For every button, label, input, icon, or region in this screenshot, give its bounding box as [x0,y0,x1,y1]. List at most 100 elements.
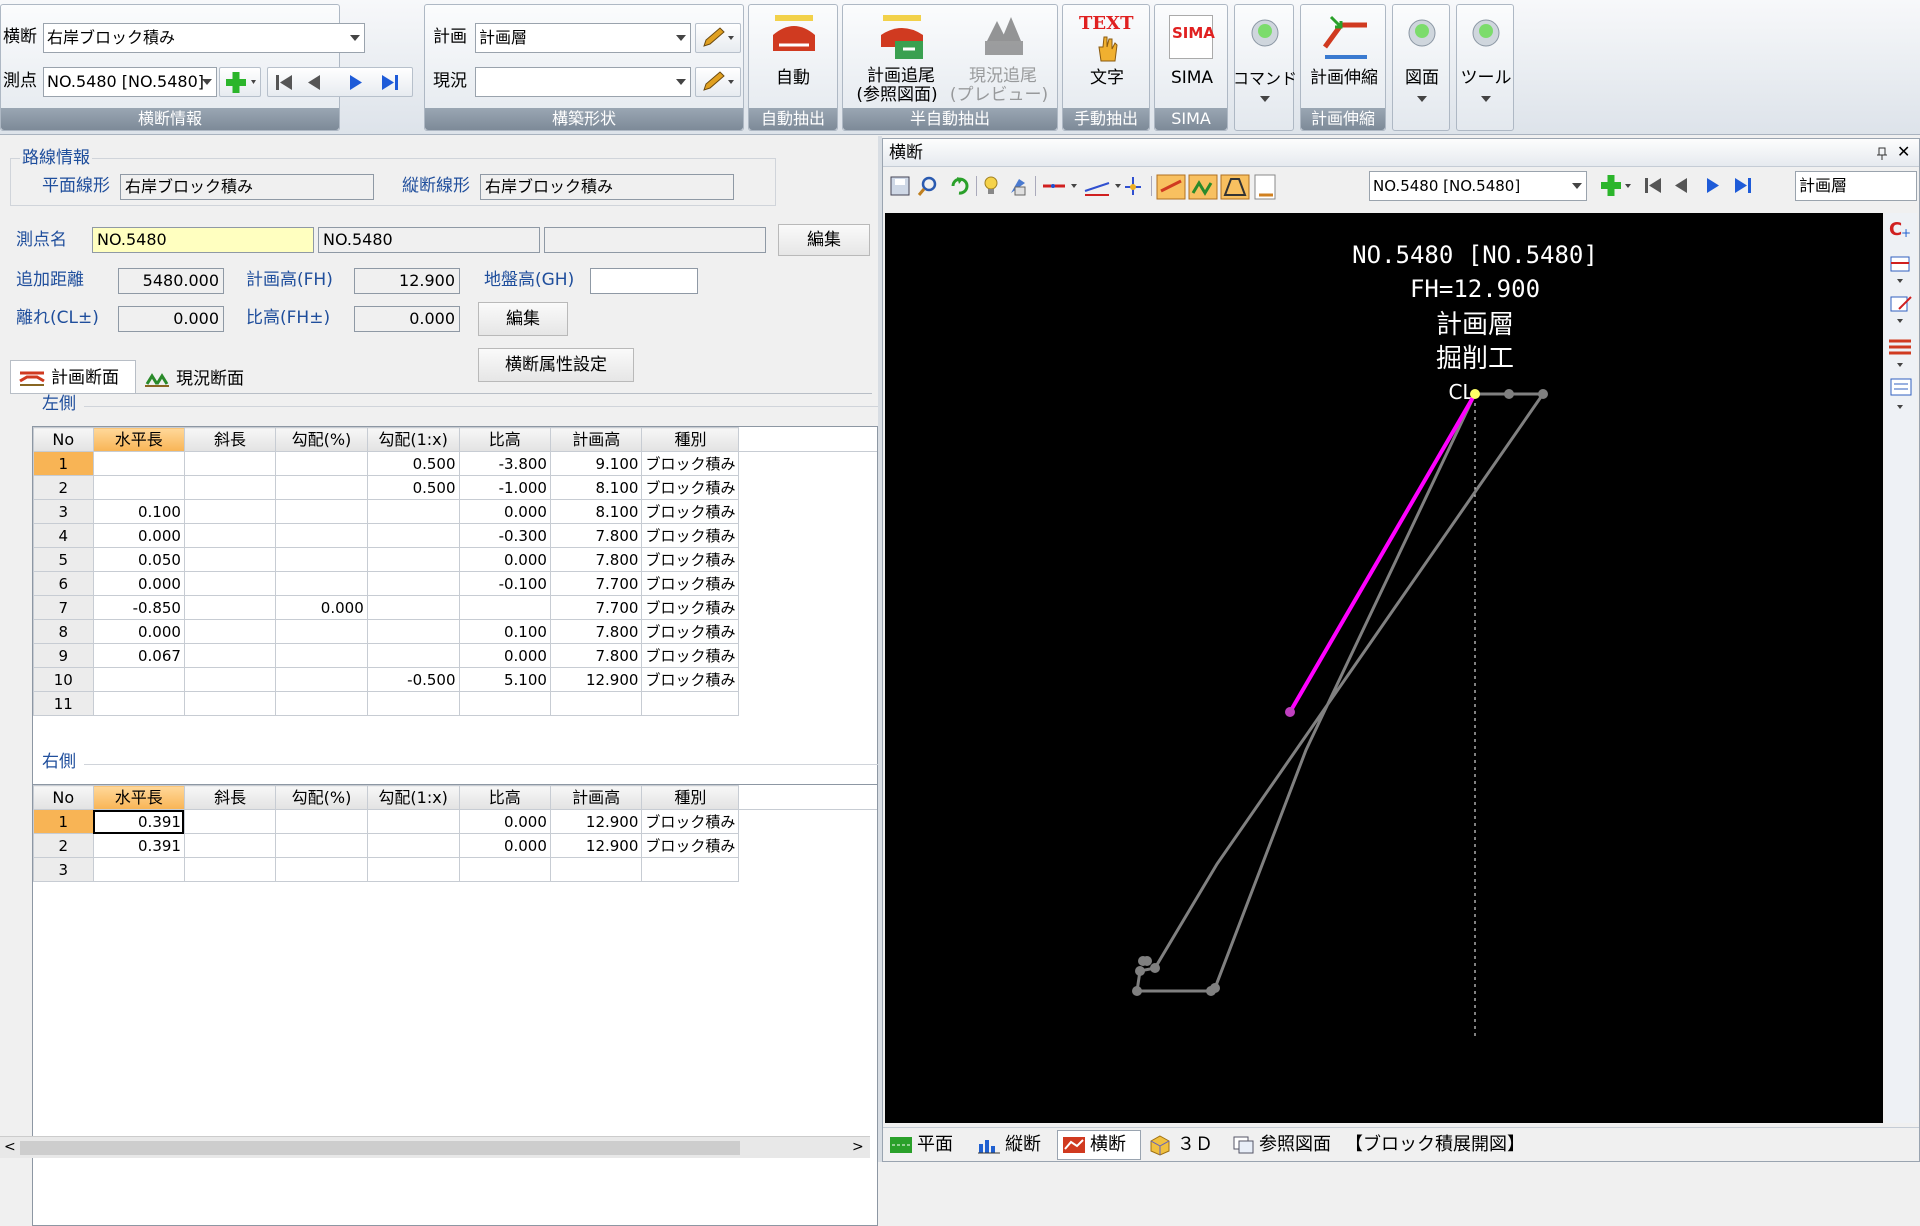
table-cell-fh[interactable]: 7.800 [549,547,643,572]
table-cell-h[interactable]: 0.391 [92,833,185,858]
table-cell-fh[interactable] [549,857,643,882]
table-cell-x[interactable] [366,523,460,548]
table-cell-x[interactable] [366,595,460,620]
first-icon[interactable] [1645,178,1661,193]
refresh-icon[interactable] [951,177,969,195]
column-header[interactable]: 比高 [458,785,551,810]
cl-tool-icon[interactable]: C+ [1889,219,1911,240]
section-vertex[interactable] [1470,389,1480,399]
document-icon[interactable] [1254,174,1276,200]
bulb-icon[interactable] [984,176,998,194]
table-cell-s[interactable] [183,475,277,500]
table-row[interactable]: 1 0.500 -3.800 9.100 ブロック積み [33,451,878,476]
table-cell-h[interactable]: 0.100 [92,499,185,524]
row-number[interactable]: 3 [33,499,94,524]
table-cell-hk[interactable]: 0.000 [458,643,551,668]
table-cell-type[interactable]: ブロック積み [641,667,740,692]
table-cell-s[interactable] [183,595,277,620]
keikaku-layer-icon[interactable] [1156,174,1186,200]
table-cell-h[interactable]: -0.850 [92,595,185,620]
table-row[interactable]: 9 0.067 0.000 7.800 ブロック積み [33,643,878,668]
row-number[interactable]: 5 [33,547,94,572]
table-cell-x[interactable] [366,547,460,572]
column-header[interactable]: 勾配(%) [275,427,368,452]
table-cell-type[interactable]: ブロック積み [641,619,740,644]
table-cell-p[interactable] [275,857,368,882]
table-cell-fh[interactable]: 8.100 [549,499,643,524]
tab-genkyo[interactable]: 現況断面 [138,364,260,394]
section-vertex[interactable] [1150,963,1160,973]
tab-jyudan[interactable]: 縦断 [975,1132,1055,1158]
table-row[interactable]: 1 0.391 0.000 12.900 ブロック積み [33,809,878,834]
table-cell-hk[interactable]: 5.100 [458,667,551,692]
column-header[interactable]: 勾配(1:x) [366,785,460,810]
table-cell-hk[interactable]: 0.100 [458,619,551,644]
genkyo-combo[interactable] [475,67,691,97]
column-header[interactable]: 勾配(%) [275,785,368,810]
table-cell-p[interactable] [275,547,368,572]
table-cell-h[interactable] [92,667,185,692]
tab-oudan[interactable]: 横断 [1057,1130,1141,1160]
table-cell-type[interactable]: ブロック積み [641,643,740,668]
plus-icon[interactable] [1601,175,1631,196]
table-cell-type[interactable]: ブロック積み [641,499,740,524]
keikaku-shinshuku-button[interactable]: 計画伸縮 [1303,7,1385,101]
table-cell-hk[interactable]: -0.300 [458,523,551,548]
table-row[interactable]: 5 0.050 0.000 7.800 ブロック積み [33,547,878,572]
table-cell-h[interactable]: 0.067 [92,643,185,668]
table-tool-icon[interactable] [1890,256,1910,283]
table-row[interactable]: 10 -0.500 5.100 12.900 ブロック積み [33,667,878,692]
table-cell-type[interactable]: ブロック積み [641,451,740,476]
table-cell-x[interactable] [366,691,460,716]
table-cell-fh[interactable]: 7.800 [549,619,643,644]
table-cell-x[interactable] [366,857,460,882]
row-number[interactable]: 1 [33,809,94,834]
table-cell-p[interactable] [275,691,368,716]
keikaku-combo[interactable]: 計画層 [475,23,691,53]
row-number[interactable]: 2 [33,475,94,500]
table-cell-x[interactable] [366,833,460,858]
axis-tool-icon[interactable] [1125,177,1141,195]
table-cell-s[interactable] [183,857,277,882]
table-row[interactable]: 8 0.000 0.100 7.800 ブロック積み [33,619,878,644]
save-view-icon[interactable] [890,176,910,196]
genkyo-layer-icon[interactable] [1188,174,1218,200]
keikaku-edit-button[interactable] [695,23,741,53]
table-cell-hk[interactable]: 0.000 [458,809,551,834]
keikaku-tsuibi-button[interactable]: 計画追尾 (参照図面) [851,7,951,105]
table-cell-fh[interactable]: 8.100 [549,475,643,500]
row-number[interactable]: 4 [33,523,94,548]
table-cell-s[interactable] [183,547,277,572]
table-row[interactable]: 7 -0.850 0.000 7.700 ブロック積み [33,595,878,620]
table-cell-hk[interactable]: 0.000 [458,547,551,572]
edit-station-button[interactable]: 編集 [778,224,870,256]
jibandaka-input[interactable] [590,268,698,294]
add-station-button[interactable] [219,67,261,97]
table-row[interactable]: 3 0.100 0.000 8.100 ブロック積み [33,499,878,524]
column-header[interactable]: 計画高 [549,785,643,810]
scroll-right-icon[interactable]: > [852,1140,864,1154]
layer-tool-icon[interactable] [1889,339,1911,367]
auto-extract-button[interactable]: 自動 [753,7,833,101]
chevron-down-icon[interactable] [676,79,686,85]
table-cell-fh[interactable]: 12.900 [549,809,643,834]
tab-sansho[interactable]: 参照図面 【ブロック積展開図】 [1231,1132,1551,1158]
table-cell-hk[interactable] [458,857,551,882]
section-vertex[interactable] [1135,966,1145,976]
row-number[interactable]: 10 [33,667,94,692]
tab-3d[interactable]: ３Ｄ [1147,1132,1223,1158]
table-cell-h[interactable] [92,475,185,500]
column-header[interactable]: 比高 [458,427,551,452]
table-cell-fh[interactable]: 7.700 [549,595,643,620]
chevron-down-icon[interactable] [202,79,212,85]
last-icon[interactable] [1735,178,1751,193]
table-row[interactable]: 2 0.391 0.000 12.900 ブロック積み [33,833,878,858]
table-cell-p[interactable] [275,643,368,668]
pin-icon[interactable] [1875,147,1889,161]
table-cell-h[interactable]: 0.391 [92,809,185,834]
table-cell-hk[interactable]: 0.000 [458,833,551,858]
column-header[interactable]: 水平長 [92,785,185,810]
table-cell-hk[interactable] [458,691,551,716]
column-header[interactable]: 計画高 [549,427,643,452]
table-cell-p[interactable] [275,833,368,858]
